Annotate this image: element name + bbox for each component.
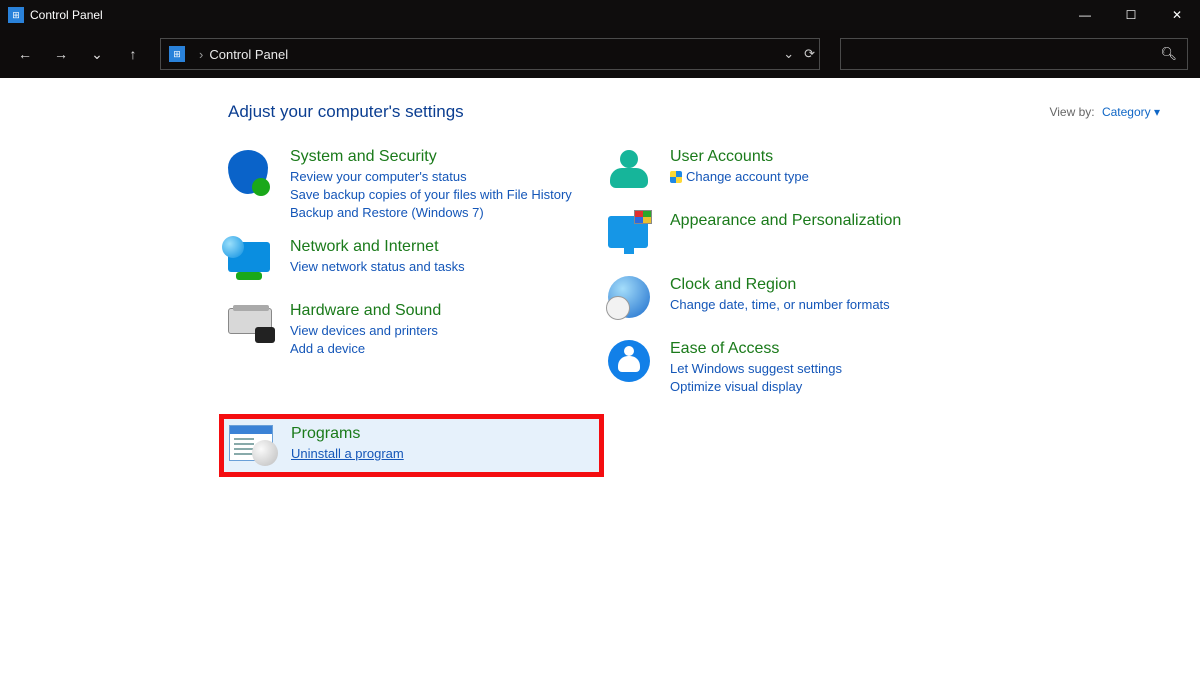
uac-shield-icon	[670, 171, 682, 183]
address-icon	[169, 46, 185, 62]
globe-monitor-icon	[228, 242, 270, 272]
clock-globe-icon	[608, 276, 650, 318]
category-clock-region[interactable]: Clock and Region Change date, time, or n…	[608, 270, 988, 334]
user-icon	[608, 150, 648, 190]
programs-icon	[229, 425, 273, 461]
category-appearance[interactable]: Appearance and Personalization	[608, 206, 988, 270]
category-ease-of-access[interactable]: Ease of Access Let Windows suggest setti…	[608, 334, 988, 406]
address-bar[interactable]: › Control Panel ⌄ ⟳	[160, 38, 820, 70]
category-system-security[interactable]: System and Security Review your computer…	[228, 142, 608, 232]
monitor-icon	[608, 216, 648, 248]
category-title[interactable]: Network and Internet	[290, 238, 465, 256]
link-review-status[interactable]: Review your computer's status	[290, 168, 572, 186]
page-heading: Adjust your computer's settings	[228, 102, 464, 122]
nav-bar: ← → ⌄ ↑ › Control Panel ⌄ ⟳ 🔍︎	[0, 30, 1200, 78]
search-icon: 🔍︎	[1160, 46, 1177, 62]
category-title[interactable]: Hardware and Sound	[290, 302, 441, 320]
shield-icon	[228, 150, 268, 194]
printer-camera-icon	[228, 308, 272, 334]
link-uninstall-program[interactable]: Uninstall a program	[291, 445, 404, 463]
category-title[interactable]: Clock and Region	[670, 276, 890, 294]
category-title[interactable]: Appearance and Personalization	[670, 212, 901, 230]
link-file-history[interactable]: Save backup copies of your files with Fi…	[290, 186, 572, 204]
refresh-button[interactable]: ⟳	[804, 46, 815, 62]
category-title[interactable]: Programs	[291, 425, 404, 443]
link-optimize-display[interactable]: Optimize visual display	[670, 378, 842, 396]
link-add-device[interactable]: Add a device	[290, 340, 441, 358]
minimize-button[interactable]: —	[1062, 0, 1108, 30]
category-network-internet[interactable]: Network and Internet View network status…	[228, 232, 608, 296]
window-controls: — ☐ ✕	[1062, 0, 1200, 30]
search-input[interactable]: 🔍︎	[840, 38, 1188, 70]
breadcrumb-location[interactable]: Control Panel	[209, 47, 288, 62]
title-bar: Control Panel — ☐ ✕	[0, 0, 1200, 30]
category-title[interactable]: System and Security	[290, 148, 572, 166]
content-area: Adjust your computer's settings View by:…	[0, 78, 1200, 675]
recent-locations-button[interactable]: ⌄	[82, 39, 112, 69]
forward-button[interactable]: →	[46, 39, 76, 69]
link-network-status[interactable]: View network status and tasks	[290, 258, 465, 276]
link-view-devices[interactable]: View devices and printers	[290, 322, 441, 340]
breadcrumb-dropdown-icon[interactable]: ⌄	[783, 46, 794, 62]
maximize-button[interactable]: ☐	[1108, 0, 1154, 30]
breadcrumb-separator: ›	[199, 47, 203, 62]
link-backup-restore[interactable]: Backup and Restore (Windows 7)	[290, 204, 572, 222]
category-right-column: User Accounts Change account type Appear…	[608, 142, 988, 406]
back-button[interactable]: ←	[10, 39, 40, 69]
link-change-account-type[interactable]: Change account type	[670, 168, 809, 186]
control-panel-icon	[8, 7, 24, 23]
category-left-column: System and Security Review your computer…	[228, 142, 608, 406]
category-user-accounts[interactable]: User Accounts Change account type	[608, 142, 988, 206]
close-button[interactable]: ✕	[1154, 0, 1200, 30]
category-hardware-sound[interactable]: Hardware and Sound View devices and prin…	[228, 296, 608, 368]
window-title: Control Panel	[30, 8, 103, 22]
category-title[interactable]: Ease of Access	[670, 340, 842, 358]
link-change-date-time[interactable]: Change date, time, or number formats	[670, 296, 890, 314]
category-title[interactable]: User Accounts	[670, 148, 809, 166]
view-by-dropdown[interactable]: Category ▾	[1102, 105, 1160, 119]
up-button[interactable]: ↑	[118, 39, 148, 69]
category-programs-highlighted[interactable]: Programs Uninstall a program	[219, 414, 604, 477]
link-suggest-settings[interactable]: Let Windows suggest settings	[670, 360, 842, 378]
accessibility-icon	[608, 340, 650, 382]
view-by-label: View by: Category ▾	[1049, 105, 1160, 119]
